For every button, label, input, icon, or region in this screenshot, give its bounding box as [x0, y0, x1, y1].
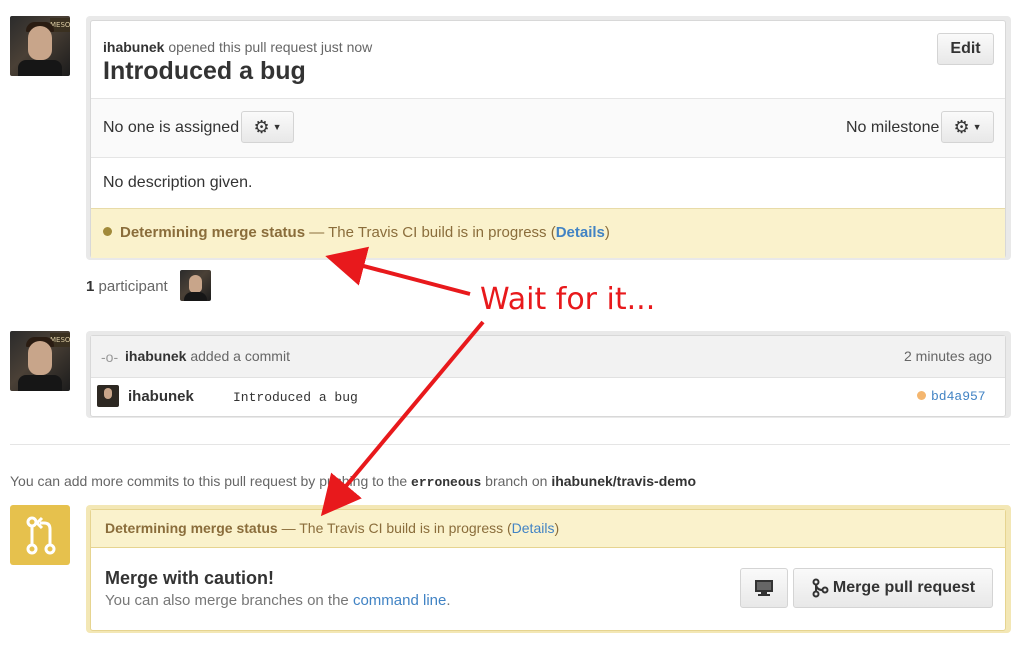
participant-number: 1 [86, 278, 95, 295]
gear-icon: ⚙ [953, 116, 970, 137]
merge-icon-badge [10, 505, 70, 565]
commit-event-time: 2 minutes ago [904, 348, 992, 364]
pr-title: Introduced a bug [103, 57, 306, 85]
commit-event-box: -o- ihabunek added a commit 2 minutes ag… [90, 335, 1006, 417]
merge-pull-request-button[interactable]: Merge pull request [793, 568, 993, 608]
commit-author-avatar[interactable]: MESON [10, 331, 70, 391]
commit-event-author[interactable]: ihabunek [125, 348, 186, 364]
commit-sha-link[interactable]: bd4a957 [931, 389, 986, 404]
gear-icon: ⚙ [253, 116, 270, 137]
participants-count: 1 participant [86, 278, 168, 295]
status-dot-icon [103, 227, 112, 236]
command-line-link[interactable]: command line [353, 592, 446, 609]
author-avatar[interactable]: MESON [10, 16, 70, 76]
merge-button-label: Merge pull request [832, 579, 976, 596]
merge-box-status-line: Determining merge status — The Travis CI… [105, 520, 559, 536]
merge-box-status-label: Determining merge status [105, 520, 278, 536]
participant-avatar[interactable] [180, 270, 211, 301]
assignee-gear-button[interactable]: ⚙ ▼ [241, 111, 294, 143]
close-paren: ) [604, 224, 610, 241]
annotation-text: Wait for it... [480, 282, 656, 317]
commit-message[interactable]: Introduced a bug [233, 390, 358, 405]
merge-subtext-prefix: You can also merge branches on the [105, 592, 349, 609]
commit-event-header: -o- ihabunek added a commit 2 minutes ag… [91, 336, 1005, 378]
merge-subtext: You can also merge branches on the comma… [105, 592, 451, 609]
commit-event-action: added a commit [190, 348, 290, 364]
push-note: You can add more commits to this pull re… [10, 473, 696, 490]
push-note-middle: branch on [485, 473, 548, 489]
commit-event-line: ihabunek added a commit [125, 348, 290, 364]
merge-box-details-link[interactable]: Details [512, 520, 555, 536]
merge-box-status-bar: Determining merge status — The Travis CI… [91, 510, 1005, 548]
push-note-repo[interactable]: ihabunek/travis-demo [551, 473, 696, 489]
pr-description: No description given. [103, 174, 253, 191]
merge-subtext-suffix: . [446, 592, 451, 609]
pr-opened-text: opened this pull request just now [168, 39, 373, 55]
caret-down-icon: ▼ [972, 122, 982, 132]
merge-box-status-text: — The Travis CI build is in progress ( [281, 520, 512, 536]
milestone-text: No milestone [846, 119, 940, 136]
git-pull-request-icon [26, 516, 56, 555]
commit-author[interactable]: ihabunek [128, 388, 194, 405]
timeline-divider [10, 444, 1010, 445]
push-note-prefix: You can add more commits to this pull re… [10, 473, 408, 489]
monitor-icon [755, 580, 773, 596]
caret-down-icon: ▼ [272, 122, 282, 132]
pr-author-link[interactable]: ihabunek [103, 39, 164, 55]
merge-heading: Merge with caution! [105, 568, 275, 588]
pr-meta-row: No one is assigned ⚙ ▼ No milestone ⚙ ▼ [91, 98, 1005, 158]
arrow-to-status-bar [325, 246, 471, 296]
details-link[interactable]: Details [556, 224, 605, 241]
merge-status-label: Determining merge status [120, 224, 306, 241]
git-merge-icon [812, 578, 829, 598]
merge-status-line: Determining merge status — The Travis CI… [120, 224, 610, 241]
participant-label: participant [98, 278, 168, 295]
merge-box: Determining merge status — The Travis CI… [90, 509, 1006, 631]
pr-header-box: ihabunek opened this pull request just n… [90, 20, 1006, 258]
assignee-text: No one is assigned [103, 119, 240, 136]
push-note-branch: erroneous [411, 475, 482, 490]
pr-opened-line: ihabunek opened this pull request just n… [103, 39, 372, 55]
commit-avatar[interactable] [97, 385, 119, 407]
build-status-dot-icon[interactable] [917, 391, 926, 400]
milestone-gear-button[interactable]: ⚙ ▼ [941, 111, 994, 143]
edit-button[interactable]: Edit [937, 33, 994, 65]
merge-status-text: — The Travis CI build is in progress ( [309, 224, 556, 241]
merge-box-close-paren: ) [554, 520, 560, 536]
open-in-desktop-button[interactable] [740, 568, 788, 608]
commit-icon: -o- [101, 349, 119, 365]
merge-status-bar: Determining merge status — The Travis CI… [91, 208, 1005, 258]
